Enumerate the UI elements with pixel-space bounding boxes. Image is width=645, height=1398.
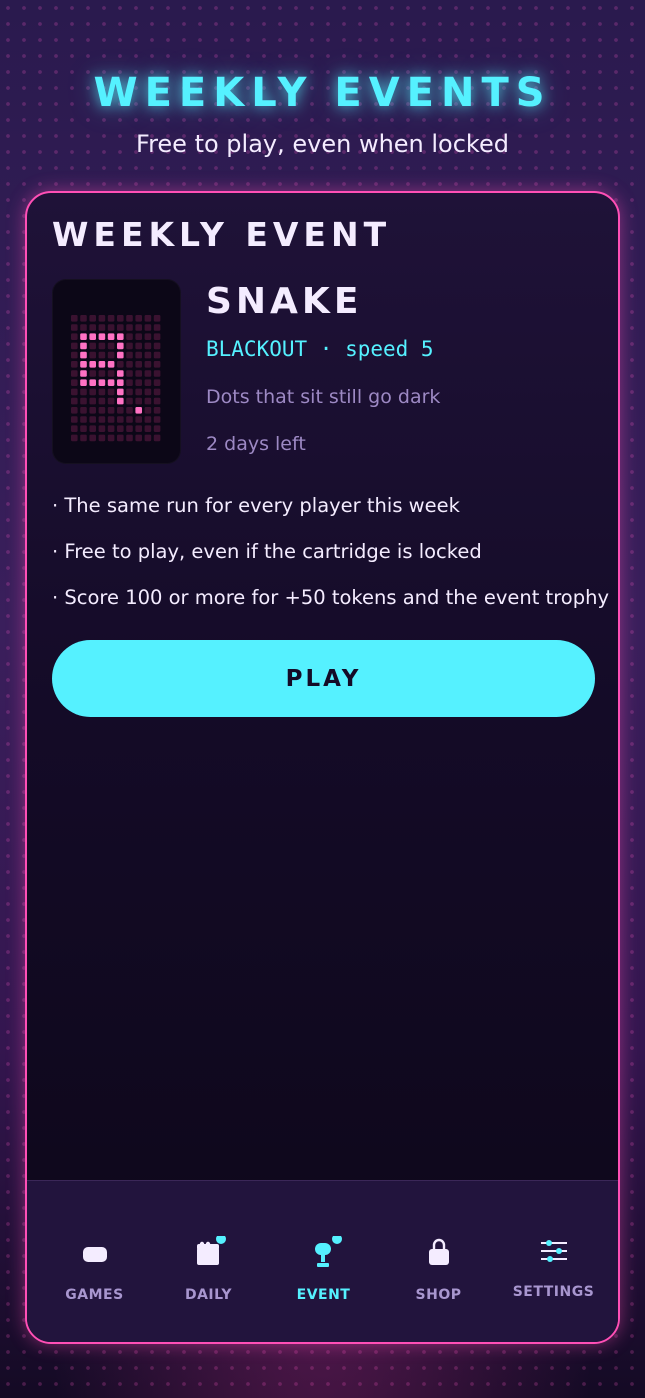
game-mode: BLACKOUT · speed 5 [206, 337, 434, 361]
game-thumbnail [52, 279, 181, 464]
nav-item-shop[interactable]: SHOP [381, 1236, 496, 1326]
rule-item: · Free to play, even if the cartridge is… [52, 540, 482, 563]
rule-item: · Score 100 or more for +50 tokens and t… [52, 586, 609, 609]
game-description: Dots that sit still go dark [206, 386, 441, 408]
nav-label: SHOP [415, 1287, 462, 1303]
nav-item-games[interactable]: GAMES [37, 1236, 152, 1326]
time-left: 2 days left [206, 433, 306, 455]
nav-label: SETTINGS [512, 1284, 595, 1300]
nav-item-settings[interactable]: SETTINGS [496, 1236, 611, 1326]
page-subtitle: Free to play, even when locked [136, 130, 509, 158]
game-name: SNAKE [206, 281, 363, 322]
nav-label: DAILY [184, 1287, 233, 1303]
nav-item-daily[interactable]: DAILY [151, 1236, 266, 1326]
trophy-icon [306, 1236, 342, 1272]
sliders-icon [536, 1233, 572, 1269]
snake-pixel-grid-icon [71, 315, 161, 442]
rule-item: · The same run for every player this wee… [52, 494, 460, 517]
shopping-bag-icon [421, 1236, 457, 1272]
nav-label: GAMES [65, 1287, 124, 1303]
page-title: WEEKLY EVENTS [93, 70, 552, 116]
card-title: WEEKLY EVENT [52, 215, 392, 254]
weekly-event-card: WEEKLY EVENT SNAKE BLACKOUT · speed 5 Do… [25, 191, 620, 1344]
bottom-nav: GAMES DAILY EVENT SHOP SETTINGS [27, 1180, 618, 1342]
nav-label: EVENT [296, 1287, 351, 1303]
page-header: WEEKLY EVENTS Free to play, even when lo… [0, 70, 645, 158]
play-button[interactable]: PLAY [52, 640, 595, 717]
nav-item-event[interactable]: EVENT [266, 1236, 381, 1326]
gamepad-icon [77, 1236, 113, 1272]
calendar-icon [191, 1236, 227, 1272]
rules-list: · The same run for every player this wee… [52, 494, 609, 632]
